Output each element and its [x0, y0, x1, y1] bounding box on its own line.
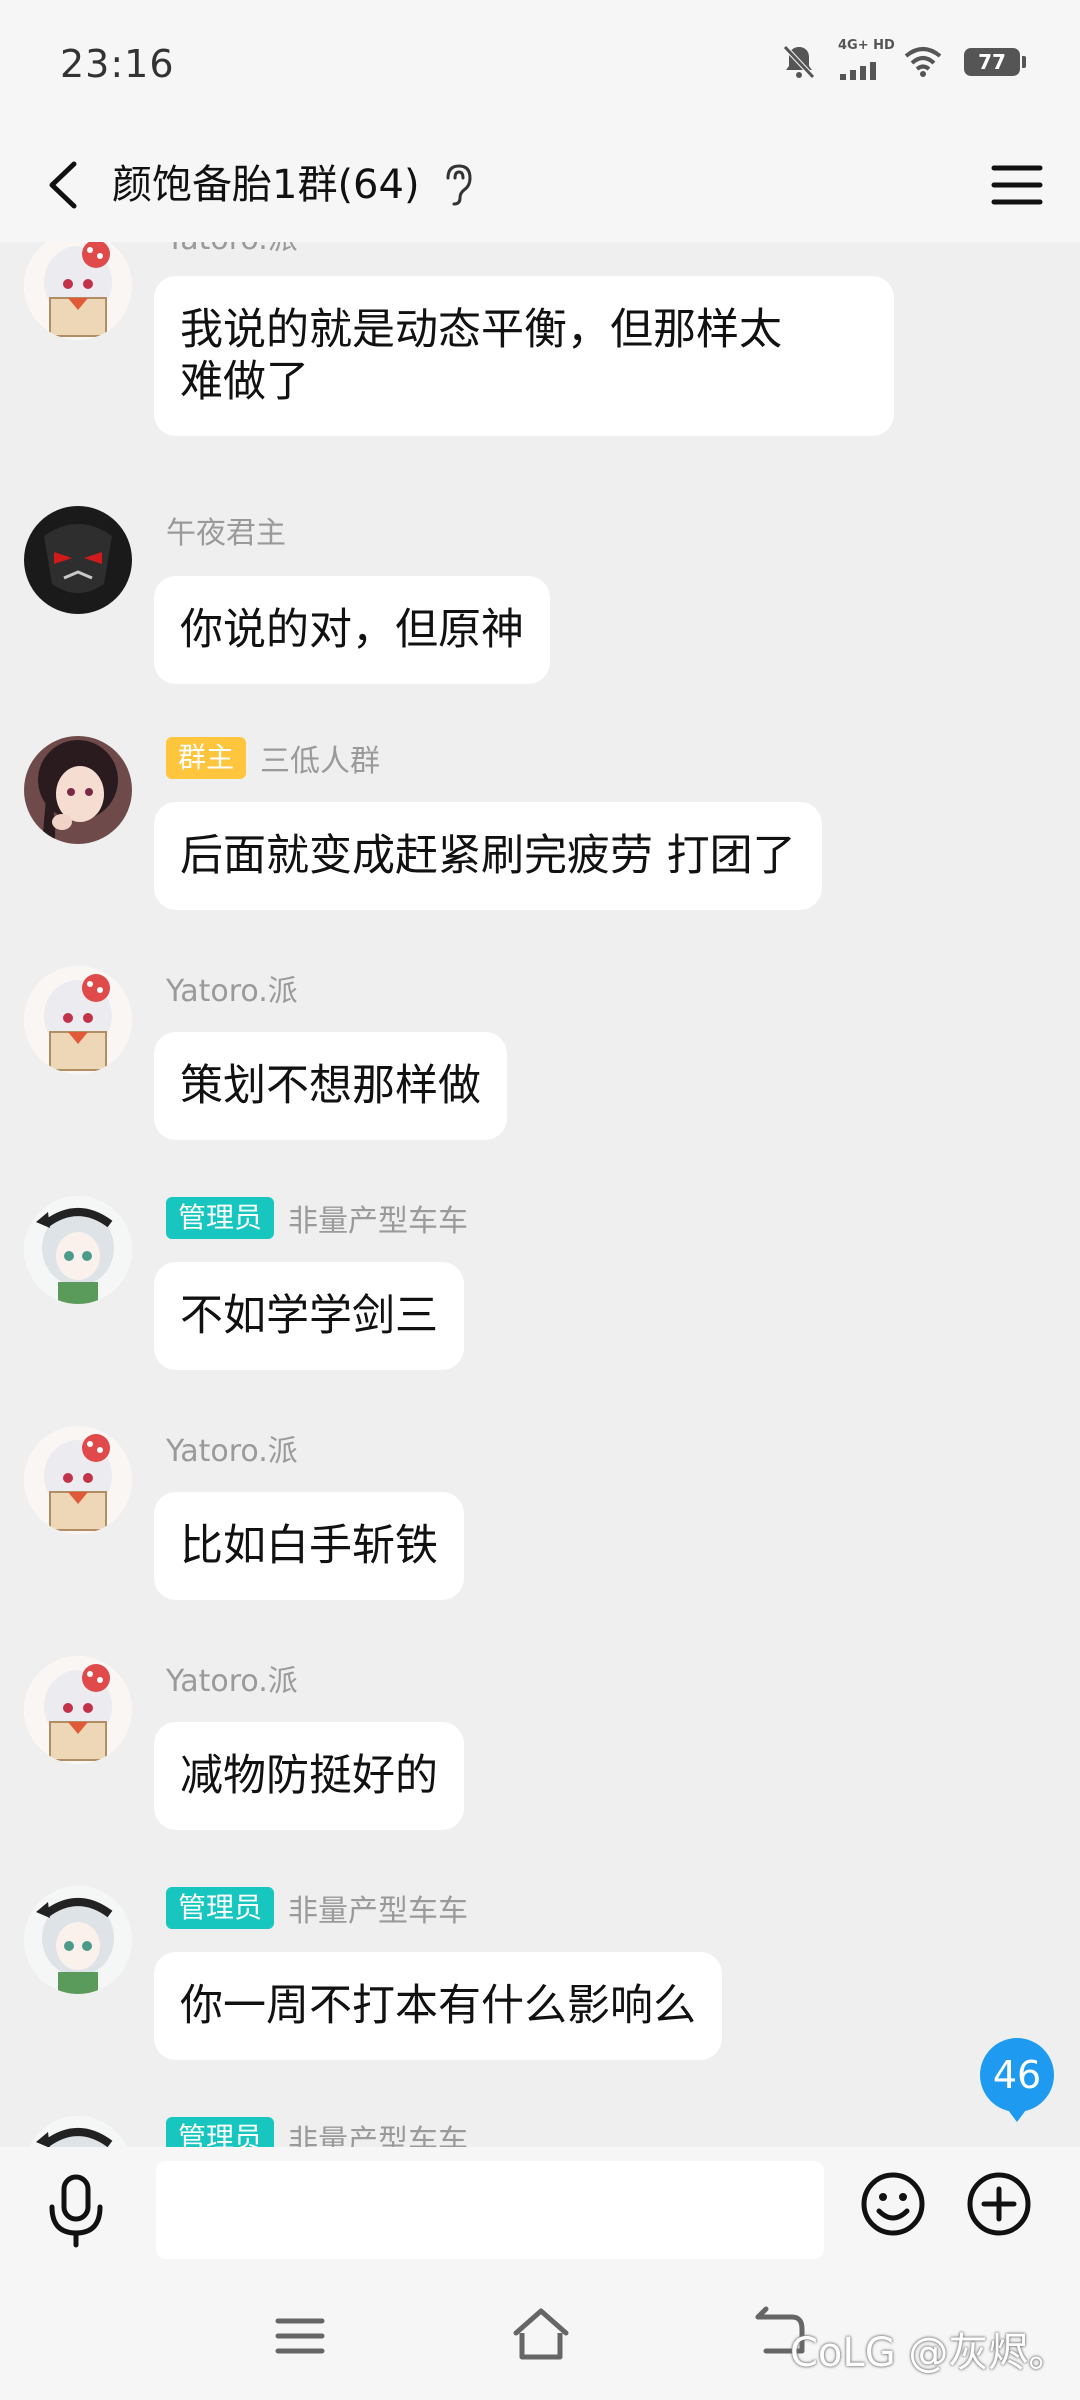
message-text-line: 我说的就是动态平衡，但那样太	[180, 305, 782, 355]
home-icon[interactable]	[510, 2305, 572, 2363]
avatar-white-hair-girl-icon	[24, 1426, 132, 1534]
message-meta: Yatoro.派	[166, 966, 298, 1010]
signal-icon: 4G+ HD	[838, 38, 895, 80]
message-bubble[interactable]: 不如学学剑三	[154, 1262, 464, 1370]
wifi-icon	[904, 47, 942, 77]
add-icon[interactable]	[964, 2169, 1034, 2239]
microphone-icon[interactable]	[42, 2173, 110, 2249]
avatar[interactable]	[24, 1196, 132, 1304]
avatar-silver-hair-girl-icon	[24, 1886, 132, 1994]
recent-apps-icon[interactable]	[270, 2311, 330, 2361]
message-text-line: 策划不想那样做	[180, 1061, 481, 1111]
message-bubble[interactable]: 你说的对，但原神	[154, 576, 550, 684]
group-title[interactable]: 颜饱备胎1群(64)	[112, 150, 420, 220]
message-meta: Yatoro.派	[166, 1426, 298, 1470]
watermark: CoLG @灰烬。	[790, 2330, 1069, 2376]
admin-badge: 管理员	[166, 1887, 275, 1929]
owner-badge: 群主	[166, 737, 247, 779]
message-meta: 管理员 非量产型车车	[166, 1886, 468, 1930]
avatar[interactable]	[24, 966, 132, 1074]
message-bubble[interactable]: 我说的就是动态平衡，但那样太 难做了	[154, 276, 894, 436]
mute-bell-icon	[783, 45, 815, 79]
message-bubble[interactable]: 比如白手斩铁	[154, 1492, 464, 1600]
avatar-silver-hair-girl-icon	[24, 2116, 132, 2147]
message-bubble[interactable]: 后面就变成赶紧刷完疲劳 打团了	[154, 802, 822, 910]
avatar-white-hair-girl-icon	[24, 1656, 132, 1764]
message-meta: 管理员 非量产型车车	[166, 2116, 468, 2147]
battery-icon: 77	[964, 48, 1026, 76]
avatar[interactable]	[24, 2116, 132, 2147]
message-meta: 午夜君主	[166, 508, 286, 552]
admin-badge: 管理员	[166, 2117, 275, 2147]
message-meta: Yatoro.派	[166, 242, 298, 258]
message-text-line: 不如学学剑三	[180, 1291, 438, 1341]
message-bubble[interactable]: 你一周不打本有什么影响么	[154, 1952, 722, 2060]
avatar-silver-hair-girl-icon	[24, 1196, 132, 1304]
message-text-line: 后面就变成赶紧刷完疲劳 打团了	[180, 831, 796, 881]
emoji-icon[interactable]	[858, 2169, 928, 2239]
avatar-white-hair-girl-icon	[24, 966, 132, 1074]
sender-name[interactable]: Yatoro.派	[166, 966, 298, 1010]
menu-icon[interactable]	[984, 152, 1050, 218]
message-text-line: 你说的对，但原神	[180, 605, 524, 655]
message-bubble[interactable]: 减物防挺好的	[154, 1722, 464, 1830]
sender-name[interactable]: Yatoro.派	[166, 242, 298, 258]
message-text-line: 比如白手斩铁	[180, 1521, 438, 1571]
avatar[interactable]	[24, 1886, 132, 1994]
ear-icon	[446, 164, 472, 206]
avatar[interactable]	[24, 1656, 132, 1764]
status-bar: 23:16 4G+ HD 77	[0, 0, 1080, 130]
message-text-line: 减物防挺好的	[180, 1751, 438, 1801]
input-bar	[0, 2147, 1080, 2275]
network-label: 4G+ HD	[838, 38, 895, 53]
message-text-line: 你一周不打本有什么影响么	[180, 1981, 696, 2031]
status-icons: 4G+ HD 77	[782, 38, 1026, 80]
avatar[interactable]	[24, 736, 132, 844]
admin-badge: 管理员	[166, 1197, 275, 1239]
sender-name[interactable]: 非量产型车车	[288, 2116, 468, 2147]
avatar-dark-mask-icon	[24, 506, 132, 614]
status-time: 23:16	[60, 42, 175, 86]
unread-count-badge[interactable]: 46	[980, 2038, 1054, 2122]
avatar[interactable]	[24, 242, 132, 340]
avatar-white-hair-girl-icon	[24, 242, 132, 340]
message-text-line: 难做了	[180, 357, 309, 407]
sender-name[interactable]: Yatoro.派	[166, 1426, 298, 1470]
chat-header: 颜饱备胎1群(64)	[0, 130, 1080, 242]
message-meta: 群主 三低人群	[166, 736, 380, 780]
sender-name[interactable]: Yatoro.派	[166, 1656, 298, 1700]
message-meta: Yatoro.派	[166, 1656, 298, 1700]
message-meta: 管理员 非量产型车车	[166, 1196, 468, 1240]
sender-name[interactable]: 非量产型车车	[288, 1196, 468, 1240]
sender-name[interactable]: 非量产型车车	[288, 1886, 468, 1930]
avatar[interactable]	[24, 1426, 132, 1534]
avatar-dark-hair-girl-icon	[24, 736, 132, 844]
chat-message-list[interactable]: Yatoro.派 我说的就是动态平衡，但那样太 难做了 午夜君主 你说的对，但原…	[0, 242, 1080, 2147]
message-input[interactable]	[156, 2161, 824, 2259]
sender-name[interactable]: 午夜君主	[166, 508, 286, 552]
avatar[interactable]	[24, 506, 132, 614]
message-bubble[interactable]: 策划不想那样做	[154, 1032, 507, 1140]
sender-name[interactable]: 三低人群	[260, 736, 380, 780]
back-icon[interactable]	[30, 150, 100, 220]
